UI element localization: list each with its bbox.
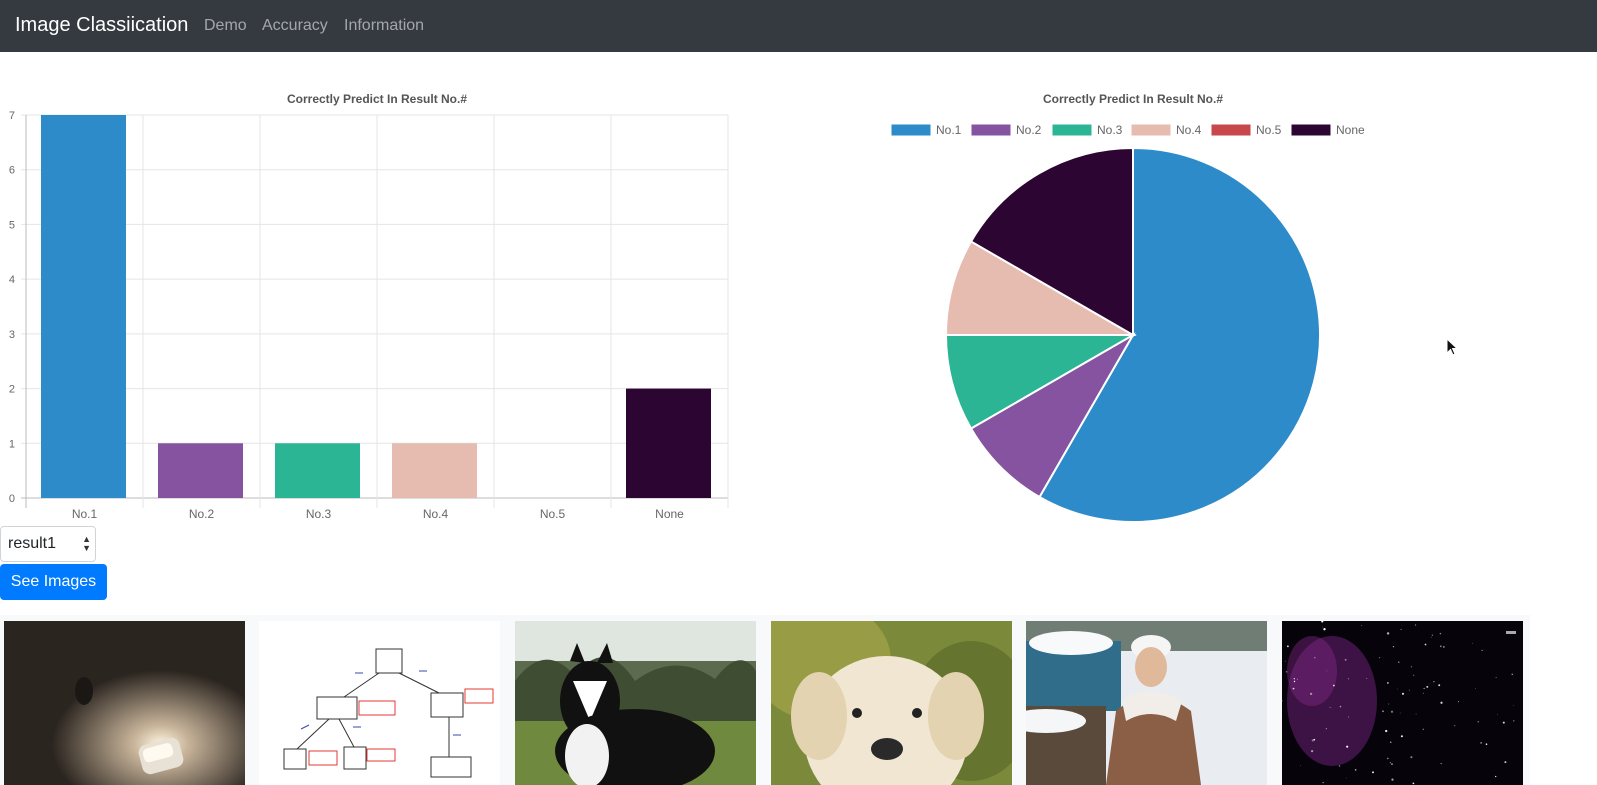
lamp-icon[interactable] — [4, 621, 245, 785]
bar-no3 — [275, 443, 360, 498]
x-tick-label: No.2 — [189, 507, 215, 520]
legend-label: No.1 — [936, 123, 962, 137]
diagram-icon[interactable] — [259, 621, 500, 785]
x-tick-label: No.4 — [423, 507, 449, 520]
y-tick-label: 7 — [9, 110, 15, 122]
legend-label: None — [1336, 123, 1365, 137]
bar-no4 — [392, 443, 477, 498]
bar-chart: 0 1 2 3 4 5 6 7 No.1 No.2 No.3 No.4 No.5 None — [9, 110, 729, 520]
person-icon[interactable] — [1026, 621, 1267, 785]
puppy-icon[interactable] — [771, 621, 1012, 785]
bar-no1 — [41, 115, 126, 498]
nav-link-accuracy[interactable]: Accuracy — [262, 16, 328, 36]
pie-chart-title: Correctly Predict In Result No.# — [1042, 92, 1224, 106]
y-tick-label: 2 — [9, 384, 15, 396]
pie-chart: No.1 No.2 No.3 No.4 No.5 None — [890, 123, 1365, 523]
result-select[interactable]: result1 ▲ ▼ — [0, 526, 96, 562]
mouse-cursor-icon — [1446, 338, 1459, 356]
legend-swatch-no2 — [970, 123, 1012, 137]
see-images-button[interactable]: See Images — [0, 564, 107, 600]
image-gallery — [0, 615, 1530, 785]
y-tick-label: 4 — [9, 274, 15, 286]
legend-swatch-none — [1290, 123, 1332, 137]
x-tick-label: No.1 — [72, 507, 98, 520]
nav-link-information[interactable]: Information — [344, 16, 424, 36]
y-tick-label: 5 — [9, 219, 15, 231]
select-arrows-icon: ▲ ▼ — [82, 534, 91, 553]
brand[interactable]: Image Classiication — [15, 13, 188, 37]
bar-no2 — [158, 443, 243, 498]
legend-swatch-no1 — [890, 123, 932, 137]
legend-swatch-no5 — [1210, 123, 1252, 137]
y-tick-label: 6 — [9, 165, 15, 177]
dog-icon[interactable] — [515, 621, 756, 785]
legend-swatch-no3 — [1051, 123, 1093, 137]
x-tick-label: No.5 — [540, 507, 566, 520]
x-tick-label: No.3 — [306, 507, 332, 520]
result-select-value: result1 — [8, 535, 57, 552]
legend-label: No.3 — [1097, 123, 1123, 137]
y-tick-label: 0 — [9, 493, 15, 505]
navbar: Image Classiication Demo Accuracy Inform… — [0, 0, 1597, 52]
bar-none — [626, 388, 711, 498]
x-tick-label: None — [655, 507, 684, 520]
legend-label: No.2 — [1016, 123, 1042, 137]
legend-label: No.4 — [1176, 123, 1202, 137]
y-tick-label: 3 — [9, 329, 15, 341]
legend-label: No.5 — [1256, 123, 1282, 137]
legend-swatch-no4 — [1130, 123, 1172, 137]
nav-link-demo[interactable]: Demo — [204, 16, 247, 36]
galaxy-icon[interactable] — [1282, 621, 1523, 785]
y-tick-label: 1 — [9, 438, 15, 450]
